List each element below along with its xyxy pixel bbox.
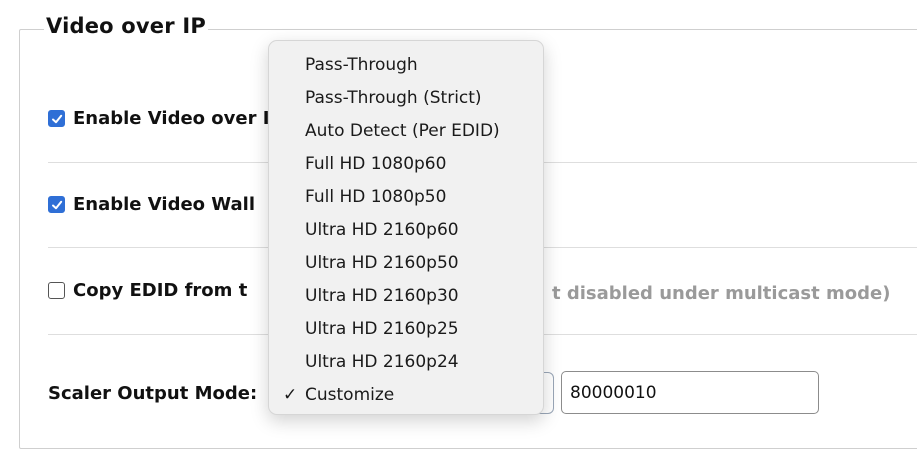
enable-video-over-ip-checkbox[interactable] [48, 110, 65, 127]
option-ultra-hd-2160p24[interactable]: Ultra HD 2160p24 [269, 346, 543, 378]
option-customize[interactable]: ✓ Customize [269, 379, 543, 411]
enable-video-over-ip-row[interactable]: Enable Video over IP [48, 108, 283, 129]
checkmark-icon [51, 114, 62, 123]
checkmark-icon [51, 200, 62, 209]
option-full-hd-1080p50[interactable]: Full HD 1080p50 [269, 181, 543, 213]
scaler-output-mode-dropdown[interactable]: Pass-Through Pass-Through (Strict) Auto … [268, 40, 544, 415]
enable-video-wall-checkbox[interactable] [48, 196, 65, 213]
option-ultra-hd-2160p60[interactable]: Ultra HD 2160p60 [269, 214, 543, 246]
option-ultra-hd-2160p25[interactable]: Ultra HD 2160p25 [269, 313, 543, 345]
copy-edid-label: Copy EDID from t [73, 280, 248, 301]
option-pass-through-strict[interactable]: Pass-Through (Strict) [269, 82, 543, 114]
option-ultra-hd-2160p30[interactable]: Ultra HD 2160p30 [269, 280, 543, 312]
enable-video-wall-row[interactable]: Enable Video Wall [48, 194, 255, 215]
option-pass-through[interactable]: Pass-Through [269, 49, 543, 81]
option-ultra-hd-2160p50[interactable]: Ultra HD 2160p50 [269, 247, 543, 279]
copy-edid-row[interactable]: Copy EDID from t [48, 280, 247, 301]
custom-mode-value-input[interactable] [561, 371, 819, 414]
copy-edid-disabled-note: t disabled under multicast mode) [552, 283, 891, 304]
option-full-hd-1080p60[interactable]: Full HD 1080p60 [269, 148, 543, 180]
option-auto-detect[interactable]: Auto Detect (Per EDID) [269, 115, 543, 147]
selected-check-icon: ✓ [283, 385, 298, 405]
enable-video-wall-label: Enable Video Wall [73, 194, 255, 215]
section-title: Video over IP [44, 14, 208, 38]
option-customize-label: Customize [305, 385, 395, 405]
enable-video-over-ip-label: Enable Video over IP [73, 108, 283, 129]
copy-edid-checkbox[interactable] [48, 282, 65, 299]
scaler-output-mode-label: Scaler Output Mode: [48, 383, 258, 404]
